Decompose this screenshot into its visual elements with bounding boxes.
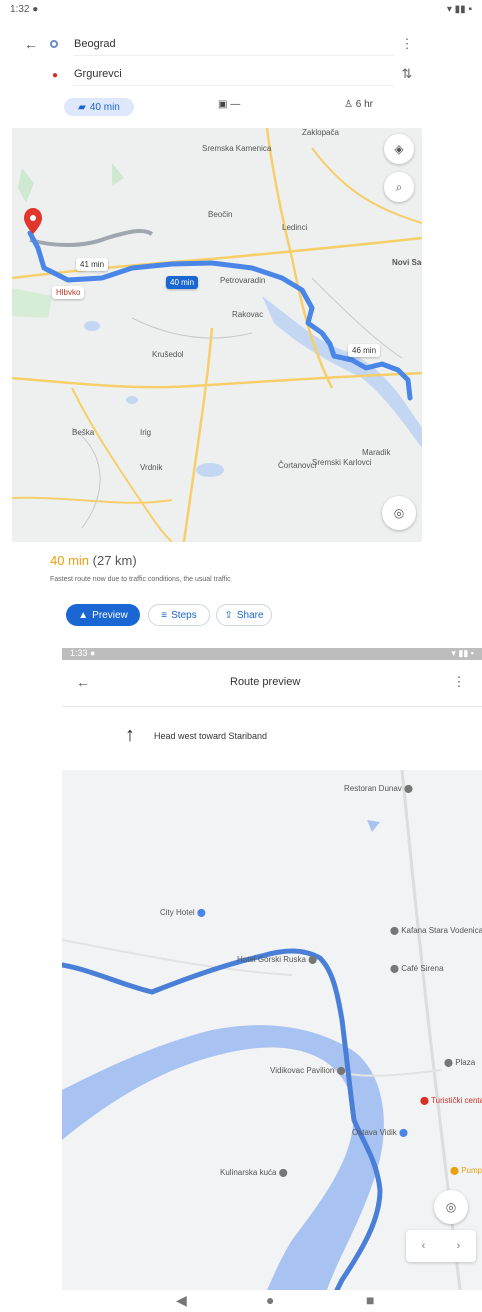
route-distance: (27 km) (92, 553, 137, 568)
pin-blue-icon: ⬤ (196, 908, 206, 917)
overview-map[interactable]: Zaklopača Beočin Ledinci Rakovac Sremski… (12, 128, 422, 542)
steps-label: Steps (171, 609, 197, 621)
route-tag-alt1[interactable]: 41 min (76, 258, 109, 271)
navigation-icon: ▲ (78, 609, 89, 621)
route-preview-map-graphics (62, 770, 462, 1290)
divider (62, 706, 482, 707)
tab-transit[interactable]: ▣ — (218, 99, 240, 110)
previous-step-icon[interactable]: ‹ (422, 1240, 426, 1252)
tab-transit-label: — (230, 99, 241, 110)
share-label: Share (236, 609, 264, 621)
status-bar-2: 1:33 ● ▾ ▮▮ ▪ (62, 648, 482, 660)
walk-icon: ♙ (344, 99, 356, 110)
map-label: Zaklopača (302, 128, 339, 137)
layers-icon[interactable]: ◈ (384, 134, 414, 164)
poi-label[interactable]: ⬤ Plaza (444, 1058, 475, 1067)
map-label: Petrovaradin (220, 276, 266, 285)
origin-dot-icon (50, 40, 58, 48)
tab-walking[interactable]: ♙ 6 hr (344, 99, 373, 110)
preview-label: Preview (92, 609, 128, 621)
poi-label[interactable]: City Hotel ⬤ (160, 908, 206, 917)
route-summary: 40 min (27 km) (50, 553, 137, 568)
poi-label[interactable]: Ostava Vidik ⬤ (352, 1128, 408, 1137)
route-tag-alt2[interactable]: 46 min (348, 344, 381, 357)
pin-gray-icon: ⬤ (390, 926, 399, 935)
route-preview-map[interactable]: Restoran Dunav ⬤ City Hotel ⬤ Hotel Gors… (62, 770, 482, 1290)
poi-label[interactable]: ⬤ Kafana Stara Vodenica (390, 926, 482, 935)
pin-gray-icon: ⬤ (404, 784, 413, 793)
poi-tag[interactable]: Hlbvko (52, 286, 85, 299)
map-label: Irig (140, 428, 152, 437)
map-label: Rakovac (232, 310, 264, 319)
pin-red-icon: ⬤ (420, 1096, 429, 1105)
page-title: Route preview (230, 676, 301, 688)
list-icon: ≡ (161, 609, 168, 621)
pin-icon: ● (51, 69, 59, 81)
poi-label[interactable]: ⬤ Pumpa (450, 1166, 482, 1175)
map-label: Ledinci (282, 223, 308, 232)
map-label: Sremska Kamenica (202, 144, 272, 153)
poi-label[interactable]: ⬤ Turistički centar (420, 1096, 482, 1105)
swap-icon[interactable]: ⇅ (398, 66, 416, 82)
tab-driving[interactable]: ▰ 40 min (64, 98, 134, 116)
tab-driving-label: 40 min (89, 101, 120, 113)
preview-button[interactable]: ▲ Preview (66, 604, 140, 626)
back-arrow-icon[interactable]: ← (74, 674, 92, 690)
map-label: Beška (72, 428, 95, 437)
map-label: Sremski Karlovci (312, 458, 372, 467)
map-label: Novi Sad (392, 258, 422, 267)
poi-label[interactable]: ⬤ Café Sirena (390, 964, 443, 973)
map-label: Čortanovci (278, 461, 317, 470)
map-label: Krušedol (152, 350, 184, 359)
instruction-text: Head west toward Stariband (154, 731, 268, 741)
pin-blue-icon: ⬤ (399, 1128, 408, 1137)
overview-map-graphics (12, 128, 422, 542)
next-step-icon[interactable]: › (457, 1240, 461, 1252)
map-label: Maradik (362, 448, 391, 457)
poi-label[interactable]: Vidikovac Pavilion ⬤ (270, 1066, 346, 1075)
status-time: 1:32 ● (10, 4, 39, 15)
recenter-icon[interactable]: ◎ (382, 496, 416, 530)
tab-walking-label: 6 hr (355, 99, 373, 110)
car-icon: ▰ (78, 101, 86, 113)
pin-gray-icon: ⬤ (390, 964, 399, 973)
route-note: Fastest route now due to traffic conditi… (50, 576, 231, 583)
transit-icon: ▣ (218, 99, 231, 110)
pin-gray-icon: ⬤ (308, 955, 318, 964)
route-time: 40 min (50, 553, 90, 568)
straight-arrow-icon: ↑ (125, 723, 135, 746)
origin-field[interactable]: Grgurevci (74, 68, 394, 86)
route-tag-main[interactable]: 40 min (166, 276, 199, 289)
more-options-icon[interactable]: ⋮ (400, 36, 414, 52)
recenter-icon[interactable]: ◎ (434, 1190, 468, 1224)
home-nav-icon[interactable]: ● (266, 1292, 274, 1308)
status-time-2: 1:33 ● (70, 648, 96, 658)
pin-gray-icon: ⬤ (444, 1058, 453, 1067)
back-arrow-icon[interactable]: ← (22, 36, 40, 52)
search-along-route-icon[interactable]: ⌕ (384, 172, 414, 202)
poi-label[interactable]: Kulinarska kuća ⬤ (220, 1168, 288, 1177)
status-icons: ▾ ▮▮ ▪ (446, 4, 472, 15)
pin-gray-icon: ⬤ (278, 1168, 288, 1177)
destination-field[interactable]: Beograd (74, 38, 394, 56)
step-navigation[interactable]: ‹ › (406, 1230, 476, 1262)
back-nav-icon[interactable]: ◀ (176, 1292, 187, 1309)
more-options-icon[interactable]: ⋮ (452, 674, 466, 690)
poi-label[interactable]: Restoran Dunav ⬤ (344, 784, 413, 793)
pin-orange-icon: ⬤ (450, 1166, 459, 1175)
pin-gray-icon: ⬤ (336, 1066, 346, 1075)
status-icons-2: ▾ ▮▮ ▪ (451, 648, 474, 658)
share-button[interactable]: ⇪ Share (216, 604, 272, 626)
share-icon: ⇪ (224, 609, 233, 621)
map-label: Vrdnik (140, 463, 163, 472)
poi-label[interactable]: Hotel Gorski Ruska ⬤ (237, 955, 317, 964)
recents-nav-icon[interactable]: ■ (366, 1292, 374, 1308)
map-label: Beočin (208, 210, 233, 219)
steps-button[interactable]: ≡ Steps (148, 604, 210, 626)
